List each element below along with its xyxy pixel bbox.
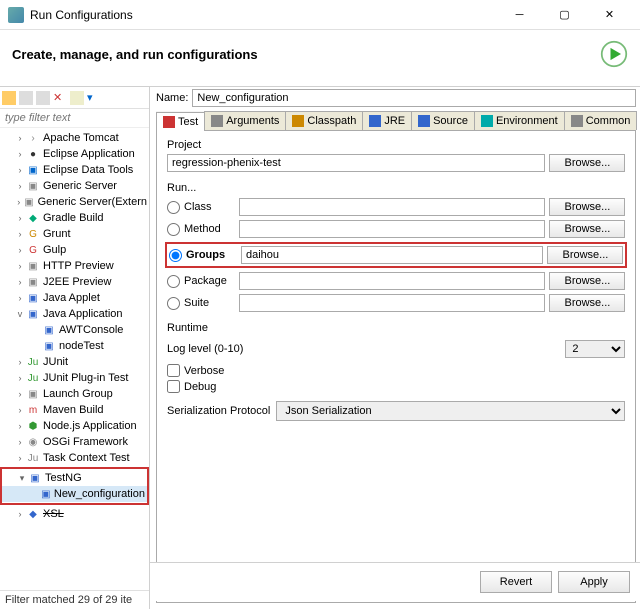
verbose-checkbox[interactable]	[167, 364, 180, 377]
apply-button[interactable]: Apply	[558, 571, 630, 593]
verbose-label: Verbose	[184, 365, 224, 377]
tree-item[interactable]: ›▣Generic Server	[0, 178, 149, 194]
serialization-label: Serialization Protocol	[167, 405, 270, 417]
loglevel-select[interactable]: 2	[565, 340, 625, 358]
tab-common[interactable]: Common	[564, 111, 638, 130]
tree-item[interactable]: ›▣Eclipse Data Tools	[0, 162, 149, 178]
copy-icon[interactable]	[19, 91, 33, 105]
window-title: Run Configurations	[30, 8, 497, 22]
suite-browse-button[interactable]: Browse...	[549, 294, 625, 312]
tree-item[interactable]: ›▣HTTP Preview	[0, 258, 149, 274]
minimize-button[interactable]: ─	[497, 1, 542, 29]
tree-item[interactable]: ▣AWTConsole	[0, 322, 149, 338]
maximize-button[interactable]: ▢	[542, 1, 587, 29]
filter-status: Filter matched 29 of 29 ite	[0, 590, 149, 609]
radio-groups[interactable]: Groups	[169, 249, 237, 262]
groups-input[interactable]	[241, 246, 543, 264]
tree-item[interactable]: ▣New_configuration	[2, 486, 147, 502]
export-icon[interactable]	[36, 91, 50, 105]
tree-item[interactable]: ›◉OSGi Framework	[0, 434, 149, 450]
tab-source[interactable]: Source	[411, 111, 475, 130]
project-label: Project	[167, 139, 625, 151]
tree-item[interactable]: ›▣Launch Group	[0, 386, 149, 402]
project-browse-button[interactable]: Browse...	[549, 154, 625, 172]
tree-item[interactable]: ›JuJUnit Plug-in Test	[0, 370, 149, 386]
tree-item[interactable]: ▾▣TestNG	[2, 470, 147, 486]
debug-checkbox[interactable]	[167, 380, 180, 393]
suite-input[interactable]	[239, 294, 545, 312]
close-button[interactable]: ✕	[587, 1, 632, 29]
radio-package[interactable]: Package	[167, 275, 235, 288]
name-label: Name:	[156, 92, 188, 104]
serialization-select[interactable]: Json Serialization	[276, 401, 625, 421]
tree-item[interactable]: ›JuTask Context Test	[0, 450, 149, 466]
run-section-label: Run...	[167, 182, 625, 194]
left-toolbar: ✕ ▾	[0, 87, 149, 109]
collapse-icon[interactable]: ▾	[87, 91, 101, 105]
tree-item[interactable]: ›mMaven Build	[0, 402, 149, 418]
runtime-section-label: Runtime	[167, 322, 625, 334]
tree-item[interactable]: ›⬢Node.js Application	[0, 418, 149, 434]
tree-item[interactable]: ›▣Java Applet	[0, 290, 149, 306]
groups-browse-button[interactable]: Browse...	[547, 246, 623, 264]
tree-item[interactable]: ›◆XSL	[0, 506, 149, 522]
tab-classpath[interactable]: Classpath	[285, 111, 363, 130]
tree-item[interactable]: ›GGulp	[0, 242, 149, 258]
radio-class[interactable]: Class	[167, 201, 235, 214]
loglevel-label: Log level (0-10)	[167, 343, 565, 355]
method-browse-button[interactable]: Browse...	[549, 220, 625, 238]
tree-item[interactable]: ▣nodeTest	[0, 338, 149, 354]
radio-method[interactable]: Method	[167, 223, 235, 236]
tree-item[interactable]: ›GGrunt	[0, 226, 149, 242]
tree-item[interactable]: ›▣J2EE Preview	[0, 274, 149, 290]
class-input[interactable]	[239, 198, 545, 216]
delete-icon[interactable]: ✕	[53, 91, 67, 105]
tree-item[interactable]: v▣Java Application	[0, 306, 149, 322]
config-tree[interactable]: ››Apache Tomcat›●Eclipse Application›▣Ec…	[0, 128, 149, 590]
page-title: Create, manage, and run configurations	[12, 47, 600, 62]
tree-item[interactable]: ›●Eclipse Application	[0, 146, 149, 162]
tree-item[interactable]: ›JuJUnit	[0, 354, 149, 370]
app-icon	[8, 7, 24, 23]
name-input[interactable]	[192, 89, 636, 107]
new-icon[interactable]	[2, 91, 16, 105]
tab-test[interactable]: Test	[156, 112, 205, 131]
expand-icon[interactable]	[70, 91, 84, 105]
tab-environment[interactable]: Environment	[474, 111, 565, 130]
project-input[interactable]	[167, 154, 545, 172]
package-browse-button[interactable]: Browse...	[549, 272, 625, 290]
tree-item[interactable]: ›◆Gradle Build	[0, 210, 149, 226]
radio-suite[interactable]: Suite	[167, 297, 235, 310]
tab-jre[interactable]: JRE	[362, 111, 412, 130]
tree-item[interactable]: ››Apache Tomcat	[0, 130, 149, 146]
tree-item[interactable]: ›▣Generic Server(Extern	[0, 194, 149, 210]
method-input[interactable]	[239, 220, 545, 238]
class-browse-button[interactable]: Browse...	[549, 198, 625, 216]
run-icon[interactable]	[600, 40, 628, 68]
revert-button[interactable]: Revert	[480, 571, 552, 593]
tab-arguments[interactable]: Arguments	[204, 111, 286, 130]
filter-input[interactable]	[0, 109, 149, 128]
package-input[interactable]	[239, 272, 545, 290]
debug-label: Debug	[184, 381, 216, 393]
tab-bar: TestArgumentsClasspathJRESourceEnvironme…	[156, 111, 636, 131]
